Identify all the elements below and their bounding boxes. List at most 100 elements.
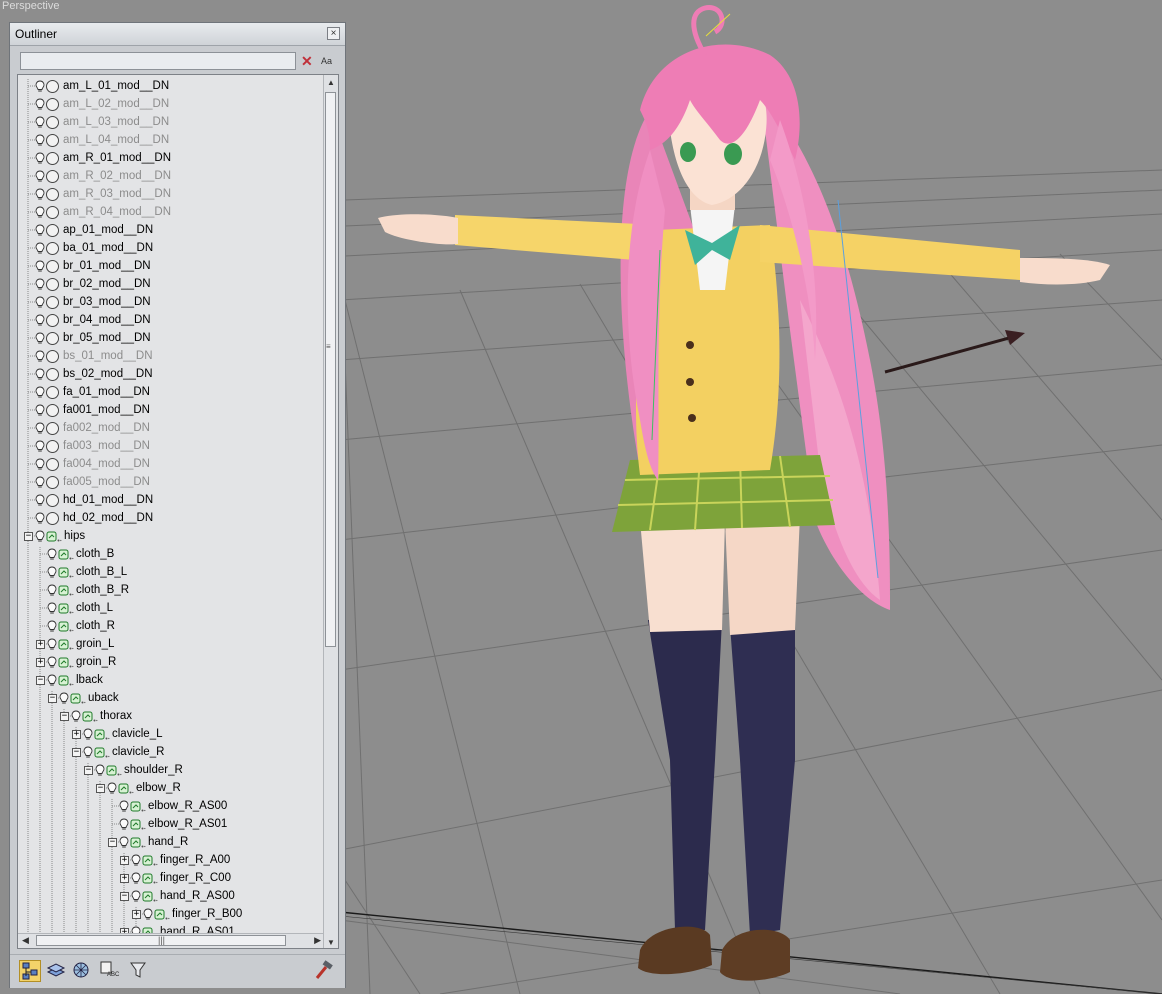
visibility-bulb-icon[interactable] xyxy=(35,242,45,255)
expand-toggle-icon[interactable]: + xyxy=(120,855,129,865)
scroll-right-arrow-icon[interactable]: ▶ xyxy=(314,935,321,946)
visibility-bulb-icon[interactable] xyxy=(35,314,45,327)
visibility-bulb-icon[interactable] xyxy=(95,764,105,777)
collapse-toggle-icon[interactable]: − xyxy=(72,747,81,757)
visibility-bulb-icon[interactable] xyxy=(47,566,57,579)
match-case-toggle[interactable]: Aa xyxy=(321,56,332,66)
scene-globe-button[interactable] xyxy=(71,960,93,982)
visibility-bulb-icon[interactable] xyxy=(35,404,45,417)
visibility-bulb-icon[interactable] xyxy=(119,800,129,813)
visibility-bulb-icon[interactable] xyxy=(35,350,45,363)
visibility-bulb-icon[interactable] xyxy=(35,98,45,111)
collapse-toggle-icon[interactable]: − xyxy=(48,693,57,703)
visibility-bulb-icon[interactable] xyxy=(47,548,57,561)
visibility-bulb-icon[interactable] xyxy=(107,782,117,795)
tree-row[interactable]: cloth_B_L xyxy=(36,563,127,581)
tree-row[interactable]: ba_01_mod__DN xyxy=(24,239,153,257)
visibility-bulb-icon[interactable] xyxy=(47,620,57,633)
visibility-bulb-icon[interactable] xyxy=(35,260,45,273)
tree-row[interactable]: elbow_R_AS00 xyxy=(108,797,227,815)
tree-row[interactable]: fa003_mod__DN xyxy=(24,437,150,455)
tree-row[interactable]: br_02_mod__DN xyxy=(24,275,151,293)
visibility-bulb-icon[interactable] xyxy=(83,746,93,759)
tree-row[interactable]: ap_01_mod__DN xyxy=(24,221,153,239)
collapse-toggle-icon[interactable]: − xyxy=(108,837,117,847)
visibility-bulb-icon[interactable] xyxy=(35,206,45,219)
settings-hammer-button[interactable] xyxy=(314,960,336,982)
visibility-bulb-icon[interactable] xyxy=(35,476,45,489)
scroll-left-arrow-icon[interactable]: ◀ xyxy=(22,935,29,946)
tree-row[interactable]: bs_02_mod__DN xyxy=(24,365,153,383)
collapse-toggle-icon[interactable]: − xyxy=(96,783,105,793)
tree-row[interactable]: bs_01_mod__DN xyxy=(24,347,153,365)
tree-row[interactable]: elbow_R_AS01 xyxy=(108,815,227,833)
visibility-bulb-icon[interactable] xyxy=(47,584,57,597)
tree-row[interactable]: + finger_R_C00 xyxy=(120,869,231,887)
visibility-bulb-icon[interactable] xyxy=(131,872,141,885)
visibility-bulb-icon[interactable] xyxy=(35,170,45,183)
visibility-bulb-icon[interactable] xyxy=(119,818,129,831)
collapse-toggle-icon[interactable]: − xyxy=(60,711,69,721)
visibility-bulb-icon[interactable] xyxy=(35,332,45,345)
scroll-down-arrow-icon[interactable]: ▼ xyxy=(327,938,335,947)
outliner-titlebar[interactable]: Outliner × xyxy=(10,23,345,46)
tree-row[interactable]: − hand_R xyxy=(108,833,188,851)
visibility-bulb-icon[interactable] xyxy=(119,836,129,849)
visibility-bulb-icon[interactable] xyxy=(47,674,57,687)
expand-toggle-icon[interactable]: + xyxy=(72,729,81,739)
visibility-bulb-icon[interactable] xyxy=(35,494,45,507)
collapse-toggle-icon[interactable]: − xyxy=(36,675,45,685)
collapse-toggle-icon[interactable]: − xyxy=(24,531,33,541)
visibility-bulb-icon[interactable] xyxy=(35,368,45,381)
tree-row[interactable]: cloth_R xyxy=(36,617,115,635)
visibility-bulb-icon[interactable] xyxy=(143,908,153,921)
clear-search-icon[interactable]: ✕ xyxy=(301,53,313,69)
tree-row[interactable]: fa002_mod__DN xyxy=(24,419,150,437)
tree-row[interactable]: − elbow_R xyxy=(96,779,181,797)
tree-row[interactable]: br_05_mod__DN xyxy=(24,329,151,347)
expand-toggle-icon[interactable]: + xyxy=(36,657,45,667)
tree-row[interactable]: + groin_R xyxy=(36,653,116,671)
tree-row[interactable]: + finger_R_A00 xyxy=(120,851,230,869)
tree-row[interactable]: br_03_mod__DN xyxy=(24,293,151,311)
layers-view-button[interactable] xyxy=(46,960,68,982)
tree-row[interactable]: hd_01_mod__DN xyxy=(24,491,153,509)
tree-row[interactable]: fa005_mod__DN xyxy=(24,473,150,491)
visibility-bulb-icon[interactable] xyxy=(35,224,45,237)
tree-row[interactable]: + finger_R_B00 xyxy=(132,905,242,923)
horizontal-scrollbar[interactable]: ◀ ||| ▶ xyxy=(18,933,323,948)
tree-row[interactable]: − lback xyxy=(36,671,103,689)
visibility-bulb-icon[interactable] xyxy=(35,80,45,93)
tree-row[interactable]: br_04_mod__DN xyxy=(24,311,151,329)
visibility-bulb-icon[interactable] xyxy=(71,710,81,723)
tree-row[interactable]: am_L_03_mod__DN xyxy=(24,113,169,131)
character-model[interactable] xyxy=(378,5,1110,981)
visibility-bulb-icon[interactable] xyxy=(35,278,45,291)
tree-row[interactable]: am_R_02_mod__DN xyxy=(24,167,171,185)
tree-row[interactable]: − thorax xyxy=(60,707,132,725)
expand-toggle-icon[interactable]: + xyxy=(36,639,45,649)
tree-row[interactable]: − clavicle_R xyxy=(72,743,164,761)
visibility-bulb-icon[interactable] xyxy=(35,188,45,201)
tree-row[interactable]: am_R_03_mod__DN xyxy=(24,185,171,203)
visibility-bulb-icon[interactable] xyxy=(35,296,45,309)
scroll-up-arrow-icon[interactable]: ▲ xyxy=(327,78,335,87)
visibility-bulb-icon[interactable] xyxy=(131,890,141,903)
hierarchy-view-button[interactable] xyxy=(19,960,41,982)
visibility-bulb-icon[interactable] xyxy=(35,458,45,471)
visibility-bulb-icon[interactable] xyxy=(83,728,93,741)
visibility-bulb-icon[interactable] xyxy=(35,512,45,525)
visibility-bulb-icon[interactable] xyxy=(47,638,57,651)
tree-row[interactable]: fa004_mod__DN xyxy=(24,455,150,473)
collapse-toggle-icon[interactable]: − xyxy=(84,765,93,775)
vertical-scroll-thumb[interactable] xyxy=(325,92,336,647)
tree-row[interactable]: cloth_B xyxy=(36,545,114,563)
visibility-bulb-icon[interactable] xyxy=(35,440,45,453)
tree-row[interactable]: − uback xyxy=(48,689,119,707)
visibility-bulb-icon[interactable] xyxy=(35,422,45,435)
tree-row[interactable]: + groin_L xyxy=(36,635,114,653)
tree-row[interactable]: − hand_R_AS00 xyxy=(120,887,235,905)
outliner-tree[interactable]: am_L_01_mod__DN am_L_02_mod__DN am_L_03_mo… xyxy=(17,74,339,949)
tree-row[interactable]: am_L_01_mod__DN xyxy=(24,77,169,95)
visibility-bulb-icon[interactable] xyxy=(35,152,45,165)
